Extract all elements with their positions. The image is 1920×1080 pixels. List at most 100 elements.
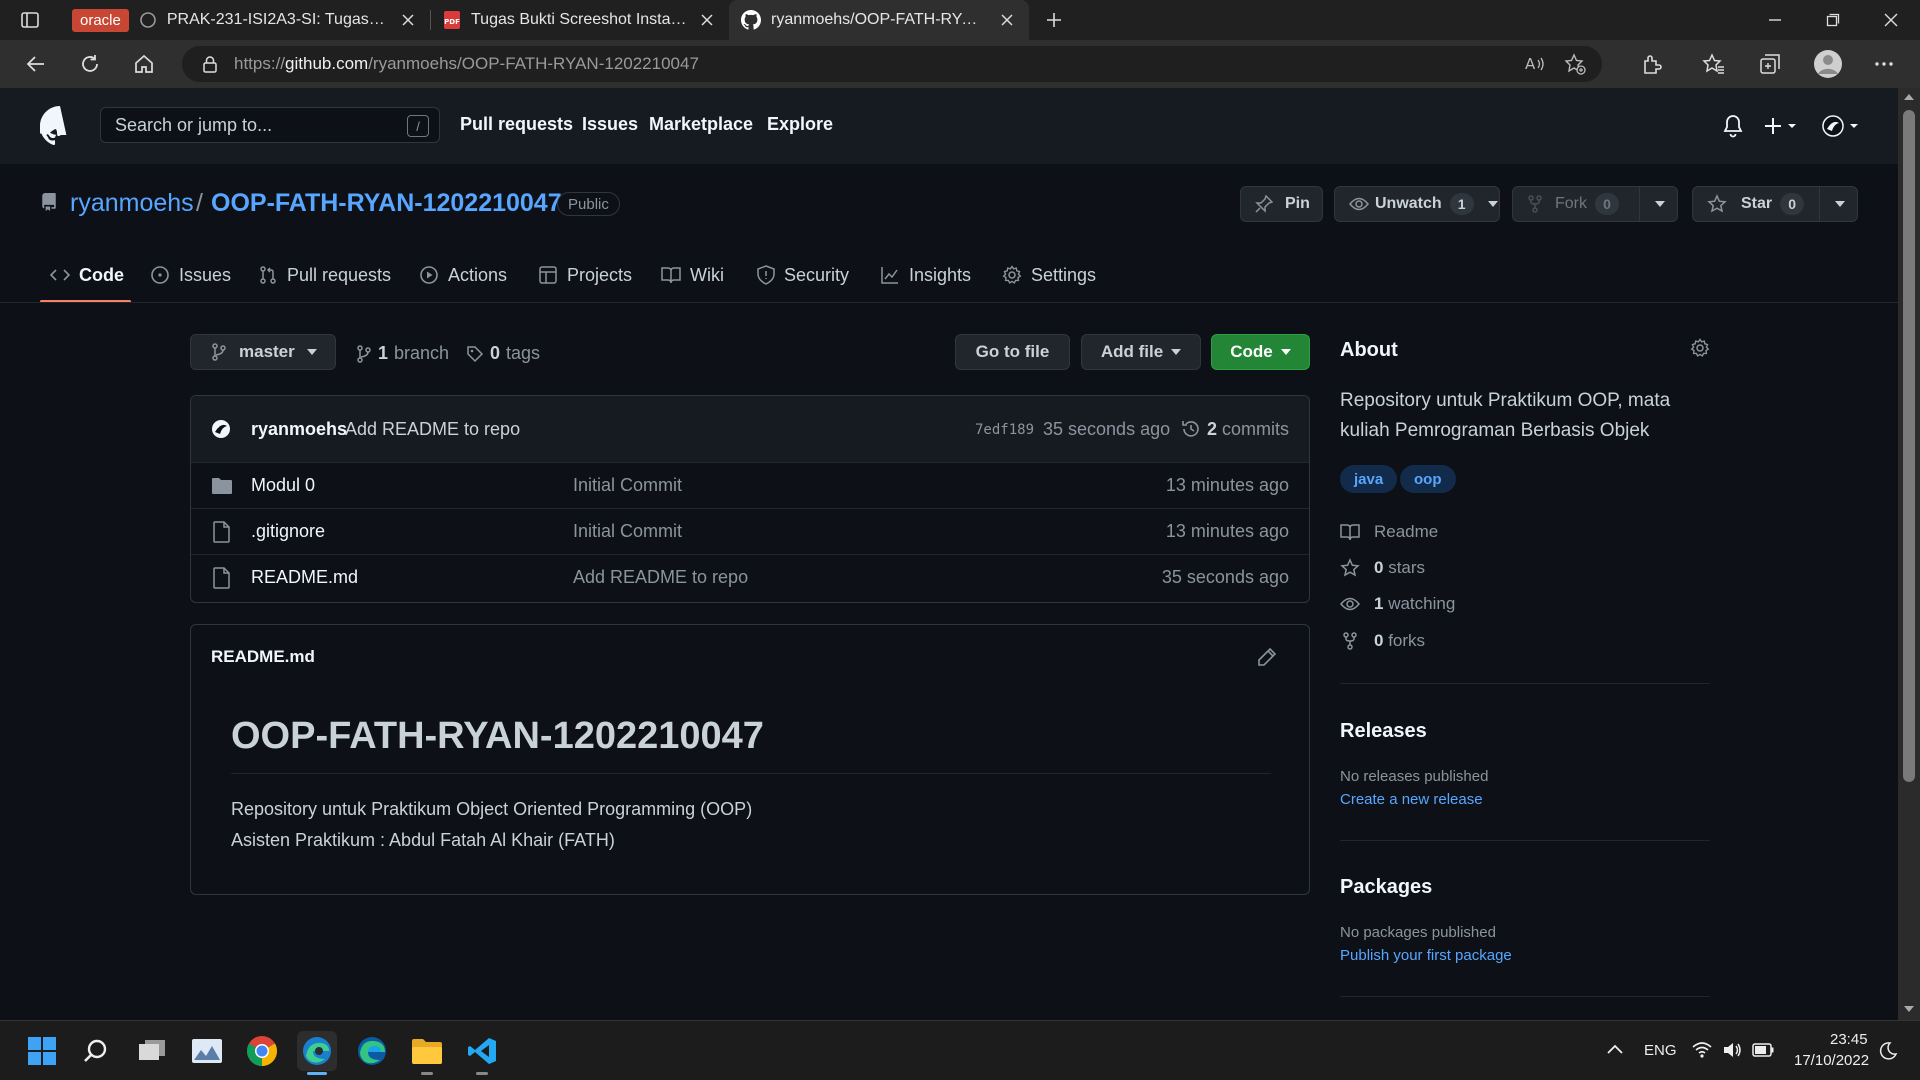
fork-button[interactable]: Fork 0 bbox=[1512, 186, 1678, 222]
commit-message[interactable]: Add README to repo bbox=[345, 419, 520, 440]
star-button[interactable]: Star 0 bbox=[1692, 186, 1858, 222]
notifications-bell-icon[interactable] bbox=[1722, 114, 1744, 138]
page-scrollbar[interactable] bbox=[1898, 88, 1920, 1020]
file-explorer-icon[interactable] bbox=[407, 1031, 447, 1075]
readme-link[interactable]: Readme bbox=[1340, 520, 1438, 544]
topic-java[interactable]: java bbox=[1340, 465, 1398, 493]
vscode-icon[interactable] bbox=[462, 1031, 502, 1075]
minimize-window-icon[interactable] bbox=[1746, 0, 1804, 40]
stars-link[interactable]: 0 stars bbox=[1340, 556, 1425, 580]
more-options-icon[interactable] bbox=[1872, 52, 1896, 76]
restore-window-icon[interactable] bbox=[1804, 0, 1862, 40]
packages-title[interactable]: Packages bbox=[1340, 876, 1432, 899]
go-to-file-button[interactable]: Go to file bbox=[955, 334, 1070, 370]
nav-pull-requests[interactable]: Pull requests bbox=[460, 114, 573, 135]
read-aloud-icon[interactable]: A bbox=[1524, 54, 1546, 74]
table-row[interactable]: .gitignore Initial Commit 13 minutes ago bbox=[191, 508, 1309, 554]
scrollbar-thumb[interactable] bbox=[1903, 110, 1915, 782]
author-avatar[interactable] bbox=[211, 419, 231, 439]
focus-assist-moon-icon[interactable] bbox=[1878, 1041, 1898, 1061]
lock-icon[interactable] bbox=[202, 55, 218, 73]
nav-explore[interactable]: Explore bbox=[767, 114, 833, 135]
home-icon[interactable] bbox=[124, 44, 164, 84]
watch-dropdown-caret-icon[interactable] bbox=[1487, 201, 1498, 207]
edge-dev-icon[interactable] bbox=[297, 1031, 337, 1075]
browser-tab-pdf[interactable]: PDF Tugas Bukti Screeshot Instalasi.p bbox=[431, 0, 729, 40]
close-tab-icon[interactable] bbox=[398, 10, 418, 30]
new-tab-icon[interactable] bbox=[1029, 0, 1079, 40]
clock-date[interactable]: 17/10/2022 bbox=[1794, 1052, 1869, 1069]
topic-oop[interactable]: oop bbox=[1400, 465, 1456, 493]
browser-tab-github[interactable]: ryanmoehs/OOP-FATH-RYAN-12 bbox=[729, 0, 1029, 40]
tab-security[interactable]: Security bbox=[757, 262, 849, 288]
commit-sha[interactable]: 7edf189 bbox=[975, 422, 1034, 438]
forks-link[interactable]: 0 forks bbox=[1340, 629, 1425, 653]
repo-owner-link[interactable]: ryanmoehs bbox=[70, 189, 194, 218]
commit-author[interactable]: ryanmoehs bbox=[251, 419, 347, 440]
file-commit-message[interactable]: Initial Commit bbox=[573, 475, 682, 496]
file-name[interactable]: Modul 0 bbox=[251, 475, 315, 496]
tab-wiki[interactable]: Wiki bbox=[661, 262, 724, 288]
close-tab-icon[interactable] bbox=[997, 10, 1017, 30]
extensions-icon[interactable] bbox=[1640, 52, 1664, 76]
language-indicator[interactable]: ENG bbox=[1644, 1042, 1677, 1059]
tab-pull-requests[interactable]: Pull requests bbox=[258, 262, 391, 288]
edge-icon[interactable] bbox=[352, 1031, 392, 1071]
add-favorite-icon[interactable] bbox=[1564, 53, 1586, 75]
browser-tab-oracle[interactable]: oracle PRAK-231-ISI2A3-SI: Tugas Scre bbox=[60, 0, 430, 40]
tab-insights[interactable]: Insights bbox=[880, 262, 971, 288]
tags-link[interactable]: 0 tags bbox=[466, 343, 540, 364]
scroll-down-arrow-icon[interactable] bbox=[1904, 1006, 1914, 1012]
chrome-icon[interactable] bbox=[242, 1031, 282, 1071]
nav-issues[interactable]: Issues bbox=[582, 114, 638, 135]
file-name[interactable]: .gitignore bbox=[251, 521, 325, 542]
refresh-icon[interactable] bbox=[70, 44, 110, 84]
edit-pencil-icon[interactable] bbox=[1257, 647, 1277, 667]
show-hidden-icons-chevron-icon[interactable] bbox=[1606, 1043, 1624, 1055]
task-view-icon[interactable] bbox=[132, 1031, 172, 1071]
branches-link[interactable]: 1 branch bbox=[356, 343, 449, 364]
user-avatar-menu-icon[interactable] bbox=[1822, 115, 1862, 137]
file-commit-message[interactable]: Add README to repo bbox=[573, 567, 748, 588]
releases-title[interactable]: Releases bbox=[1340, 720, 1427, 743]
file-commit-message[interactable]: Initial Commit bbox=[573, 521, 682, 542]
watching-link[interactable]: 1 watching bbox=[1340, 592, 1455, 616]
nav-marketplace[interactable]: Marketplace bbox=[649, 114, 753, 135]
tab-settings[interactable]: Settings bbox=[1002, 262, 1096, 288]
scroll-up-arrow-icon[interactable] bbox=[1904, 94, 1914, 100]
github-logo-icon[interactable] bbox=[40, 106, 80, 146]
battery-icon[interactable] bbox=[1752, 1043, 1774, 1057]
commits-link[interactable]: 2 commits bbox=[1207, 419, 1289, 440]
address-bar[interactable]: https://github.com/ryanmoehs/OOP-FATH-RY… bbox=[182, 46, 1602, 82]
photos-app-icon[interactable] bbox=[187, 1031, 227, 1071]
create-new-plus-icon[interactable] bbox=[1764, 116, 1800, 136]
pin-button[interactable]: Pin bbox=[1240, 186, 1323, 222]
table-row[interactable]: Modul 0 Initial Commit 13 minutes ago bbox=[191, 462, 1309, 508]
collections-icon[interactable] bbox=[1758, 52, 1782, 76]
fork-dropdown-caret-icon[interactable] bbox=[1655, 201, 1665, 207]
unwatch-button[interactable]: Unwatch 1 bbox=[1334, 186, 1500, 222]
favorites-icon[interactable] bbox=[1702, 52, 1726, 76]
volume-icon[interactable] bbox=[1722, 1041, 1742, 1059]
star-dropdown-caret-icon[interactable] bbox=[1835, 201, 1845, 207]
windows-start-icon[interactable] bbox=[22, 1031, 62, 1071]
search-icon[interactable] bbox=[76, 1031, 116, 1071]
table-row[interactable]: README.md Add README to repo 35 seconds … bbox=[191, 554, 1309, 600]
publish-package-link[interactable]: Publish your first package bbox=[1340, 947, 1512, 964]
back-icon[interactable] bbox=[16, 44, 56, 84]
readme-filename[interactable]: README.md bbox=[211, 647, 315, 667]
add-file-button[interactable]: Add file bbox=[1081, 334, 1201, 370]
code-button[interactable]: Code bbox=[1211, 334, 1310, 370]
search-input[interactable]: Search or jump to... / bbox=[100, 107, 440, 143]
file-name[interactable]: README.md bbox=[251, 567, 358, 588]
profile-avatar-icon[interactable] bbox=[1813, 49, 1843, 79]
close-tab-icon[interactable] bbox=[697, 10, 717, 30]
clock-time[interactable]: 23:45 bbox=[1830, 1031, 1868, 1048]
repo-name-link[interactable]: OOP-FATH-RYAN-1202210047 bbox=[211, 189, 562, 218]
wifi-icon[interactable] bbox=[1692, 1041, 1712, 1059]
branch-selector-button[interactable]: master bbox=[190, 334, 336, 370]
about-settings-gear-icon[interactable] bbox=[1690, 338, 1710, 358]
close-window-icon[interactable] bbox=[1862, 0, 1920, 40]
tab-actions[interactable]: Actions bbox=[419, 262, 507, 288]
tab-actions-icon[interactable] bbox=[0, 0, 60, 40]
